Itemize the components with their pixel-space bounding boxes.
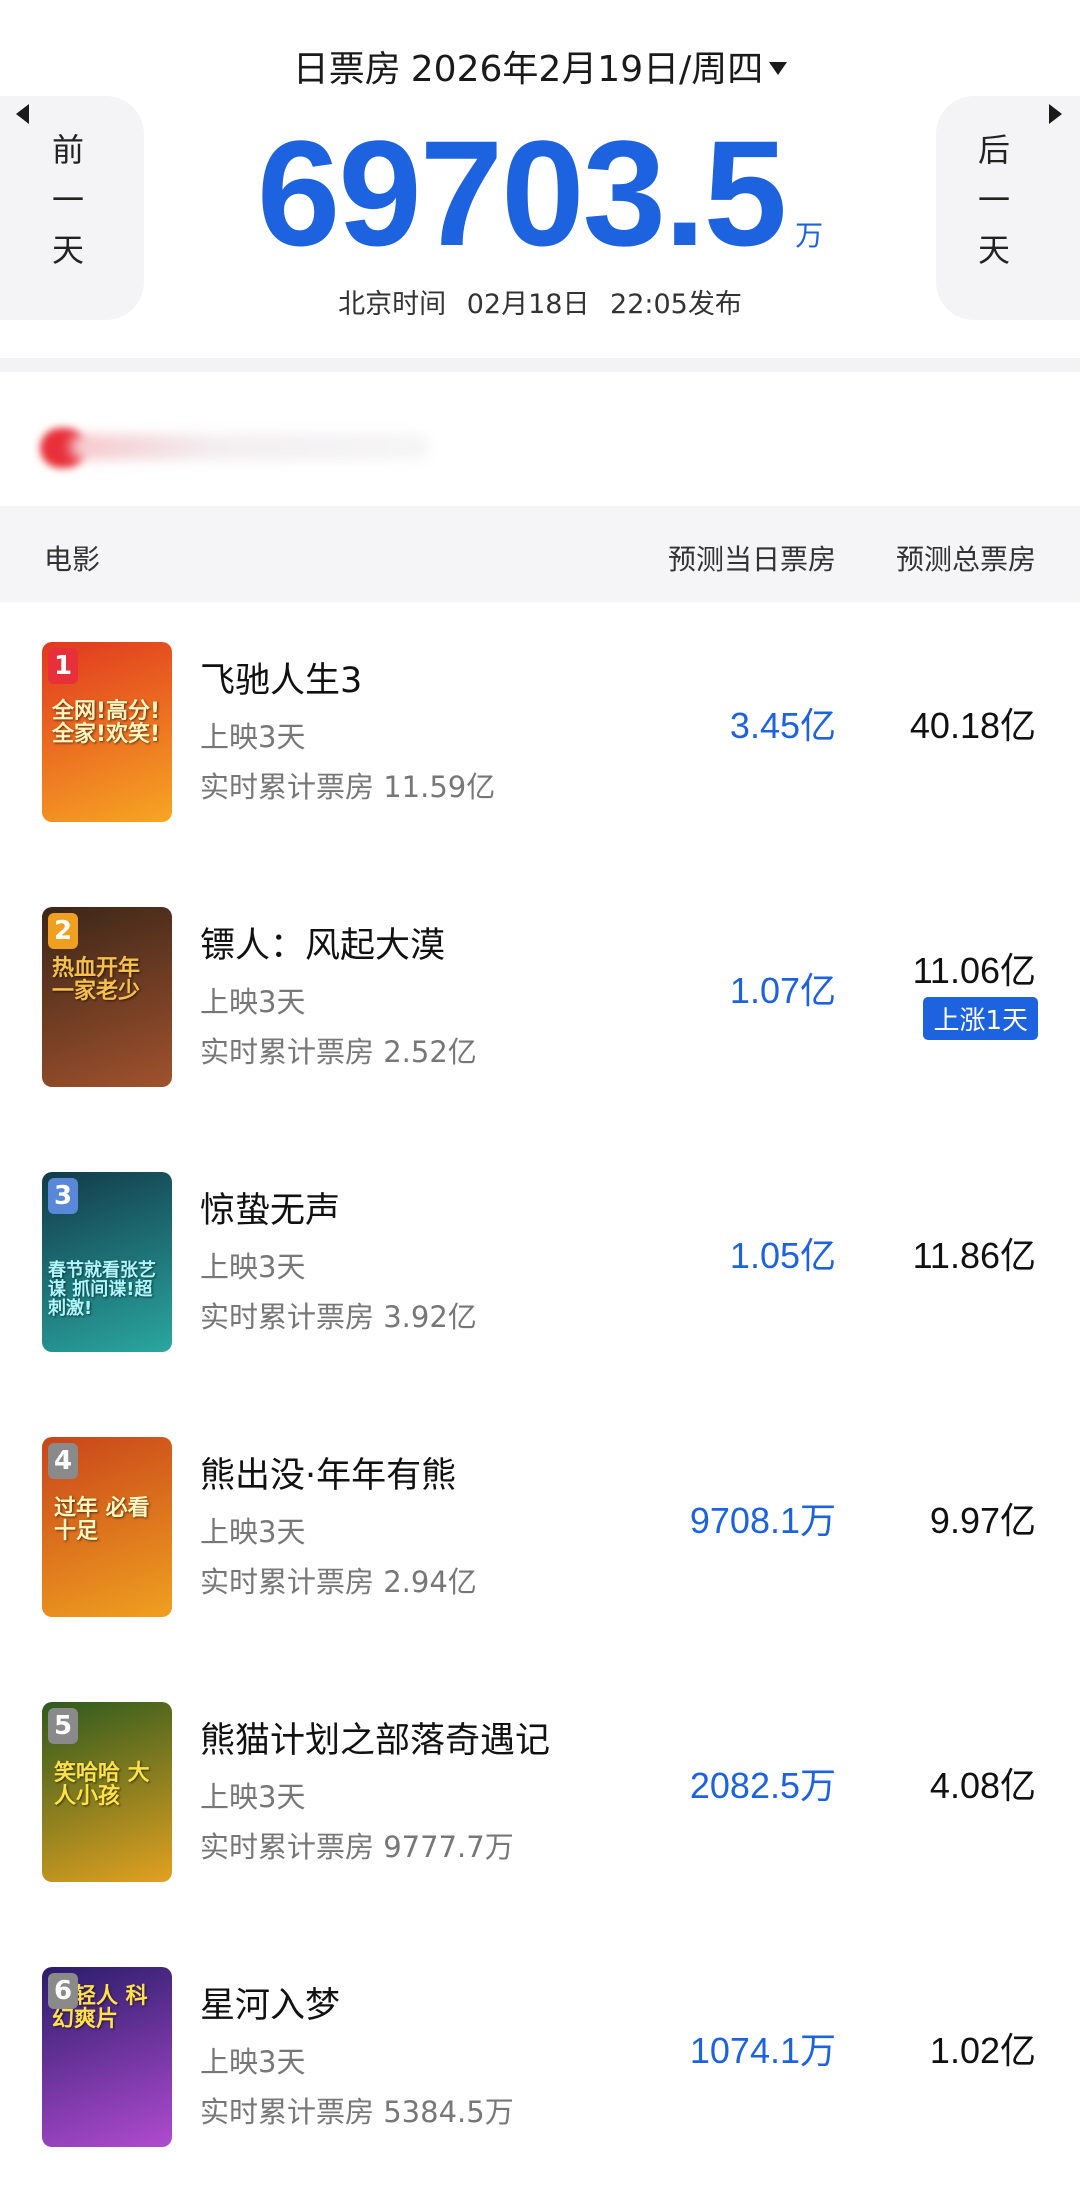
poster-caption: 全网!高分!全家!欢笑! (52, 699, 161, 748)
movie-title: 星河入梦 (200, 1986, 341, 2026)
cumulative-box-office: 实时累计票房 9777.7万 (200, 1830, 514, 1864)
rank-badge: 6 (48, 1973, 78, 2009)
movie-row[interactable]: 年轻人 科幻爽片 6 星河入梦 上映3天 实时累计票房 5384.5万 1074… (0, 1927, 1080, 2192)
caret-down-icon (769, 62, 788, 75)
cumulative-box-office: 实时累计票房 5384.5万 (200, 2095, 514, 2129)
movie-poster: 春节就看张艺谋 抓间谍!超刺激! 3 (42, 1172, 172, 1352)
rank-badge: 3 (48, 1178, 78, 1214)
cumulative-box-office: 实时累计票房 3.92亿 (200, 1300, 477, 1334)
cumulative-box-office: 实时累计票房 2.94亿 (200, 1565, 477, 1599)
movie-poster: 过年 必看 十足 4 (42, 1437, 172, 1617)
total-forecast: 1.02亿 (929, 2030, 1036, 2071)
trend-badge: 上涨1天 (923, 997, 1038, 1040)
total-forecast: 4.08亿 (929, 1765, 1036, 1806)
movie-poster: 年轻人 科幻爽片 6 (42, 1967, 172, 2147)
movie-title: 惊蛰无声 (200, 1191, 341, 1231)
total-value: 69703.5 (256, 109, 787, 277)
movie-poster: 全网!高分!全家!欢笑! 1 (42, 642, 172, 822)
days-released: 上映3天 (200, 1780, 306, 1814)
movie-poster: 笑哈哈 大人小孩 5 (42, 1702, 172, 1882)
table-header: 电影 预测当日票房 预测总票房 (0, 506, 1080, 602)
movie-row[interactable]: 笑哈哈 大人小孩 5 熊猫计划之部落奇遇记 上映3天 实时累计票房 9777.7… (0, 1662, 1080, 1927)
rank-badge: 1 (48, 648, 78, 684)
blurred-filter-bar[interactable] (40, 420, 440, 476)
total-forecast: 9.97亿 (929, 1500, 1036, 1541)
daily-forecast: 3.45亿 (729, 705, 836, 746)
movie-row[interactable]: 过年 必看 十足 4 熊出没·年年有熊 上映3天 实时累计票房 2.94亿 97… (0, 1397, 1080, 1662)
movie-row[interactable]: 热血开年 一家老少 2 镖人：风起大漠 上映3天 实时累计票房 2.52亿 1.… (0, 867, 1080, 1132)
poster-caption: 热血开年 一家老少 (52, 956, 141, 1005)
daily-forecast: 2082.5万 (689, 1765, 836, 1806)
date-text: 2026年2月19日/周四 (410, 49, 764, 90)
daily-box-office-label: 日票房 (292, 49, 401, 90)
daily-forecast: 1074.1万 (689, 2030, 836, 2071)
poster-caption: 春节就看张艺谋 抓间谍!超刺激! (48, 1260, 156, 1319)
movie-title: 飞驰人生3 (200, 661, 363, 701)
rank-badge: 2 (48, 913, 78, 949)
rank-badge: 5 (48, 1708, 78, 1744)
poster-caption: 过年 必看 十足 (54, 1496, 150, 1545)
total-forecast: 40.18亿 (909, 705, 1036, 746)
col-total-forecast: 预测总票房 (895, 543, 1036, 576)
movie-row[interactable]: 春节就看张艺谋 抓间谍!超刺激! 3 惊蛰无声 上映3天 实时累计票房 3.92… (0, 1132, 1080, 1397)
total-forecast: 11.86亿 (912, 1235, 1036, 1276)
date-selector[interactable]: 日票房 2026年2月19日/周四 (0, 40, 1080, 92)
total-box-office: 69703.5 万 (0, 118, 1080, 268)
daily-forecast: 1.05亿 (729, 1235, 836, 1276)
poster-caption: 笑哈哈 大人小孩 (54, 1761, 150, 1810)
movie-title: 熊出没·年年有熊 (200, 1456, 457, 1496)
publish-info: 北京时间 02月18日 22:05发布 (0, 282, 1080, 321)
publish-time: 22:05发布 (610, 289, 742, 320)
movie-poster: 热血开年 一家老少 2 (42, 907, 172, 1087)
days-released: 上映3天 (200, 1515, 306, 1549)
total-unit: 万 (795, 219, 824, 252)
col-movie: 电影 (44, 543, 101, 576)
total-forecast: 11.06亿 (912, 950, 1036, 991)
movie-row[interactable]: 全网!高分!全家!欢笑! 1 飞驰人生3 上映3天 实时累计票房 11.59亿 … (0, 602, 1080, 867)
days-released: 上映3天 (200, 1250, 306, 1284)
cumulative-box-office: 实时累计票房 11.59亿 (200, 770, 496, 804)
daily-forecast: 1.07亿 (729, 970, 836, 1011)
publish-prefix: 北京时间 (338, 289, 447, 320)
blurred-content (70, 434, 430, 460)
section-divider (0, 358, 1080, 372)
movie-title: 熊猫计划之部落奇遇记 (200, 1721, 551, 1761)
publish-date: 02月18日 (466, 289, 590, 320)
daily-forecast: 9708.1万 (689, 1500, 836, 1541)
movie-title: 镖人：风起大漠 (200, 926, 446, 966)
days-released: 上映3天 (200, 985, 306, 1019)
col-daily-forecast: 预测当日票房 (667, 543, 836, 576)
rank-badge: 4 (48, 1443, 78, 1479)
days-released: 上映3天 (200, 720, 306, 754)
days-released: 上映3天 (200, 2045, 306, 2079)
cumulative-box-office: 实时累计票房 2.52亿 (200, 1035, 477, 1069)
